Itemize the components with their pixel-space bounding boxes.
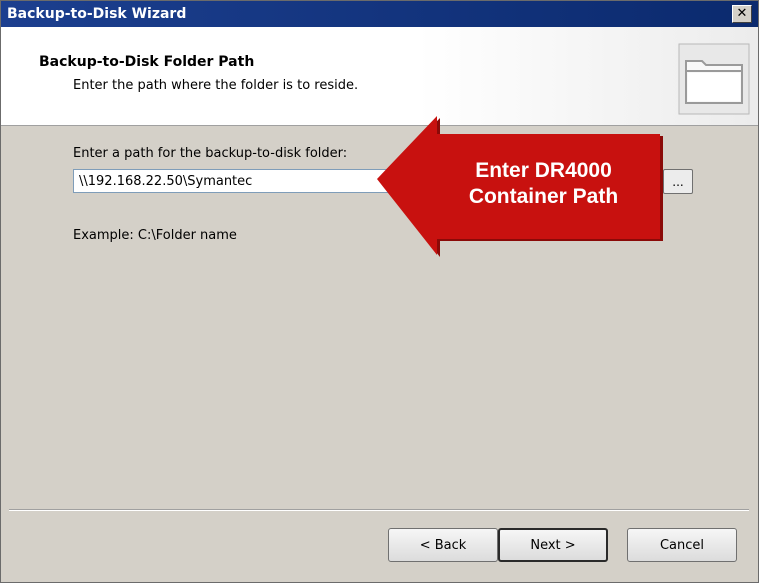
page-subtitle: Enter the path where the folder is to re… — [73, 78, 359, 93]
annotation-text: Enter DR4000 Container Path — [441, 158, 646, 210]
footer-divider — [9, 509, 749, 511]
cancel-button[interactable]: Cancel — [627, 528, 737, 562]
close-button[interactable]: ✕ — [732, 5, 752, 23]
wizard-window: Backup-to-Disk Wizard ✕ Backup-to-Disk F… — [0, 0, 759, 583]
title-bar[interactable]: Backup-to-Disk Wizard ✕ — [1, 1, 758, 27]
page-title: Backup-to-Disk Folder Path — [39, 54, 255, 70]
folder-icon — [678, 43, 750, 115]
next-button[interactable]: Next > — [498, 528, 608, 562]
close-icon: ✕ — [736, 6, 748, 21]
annotation-line-1: Enter DR4000 — [475, 159, 612, 182]
annotation-line-2: Container Path — [468, 185, 619, 208]
example-text: Example: C:\Folder name — [73, 228, 237, 243]
back-button[interactable]: < Back — [388, 528, 498, 562]
window-title: Backup-to-Disk Wizard — [7, 6, 187, 22]
path-label: Enter a path for the backup-to-disk fold… — [73, 146, 348, 161]
